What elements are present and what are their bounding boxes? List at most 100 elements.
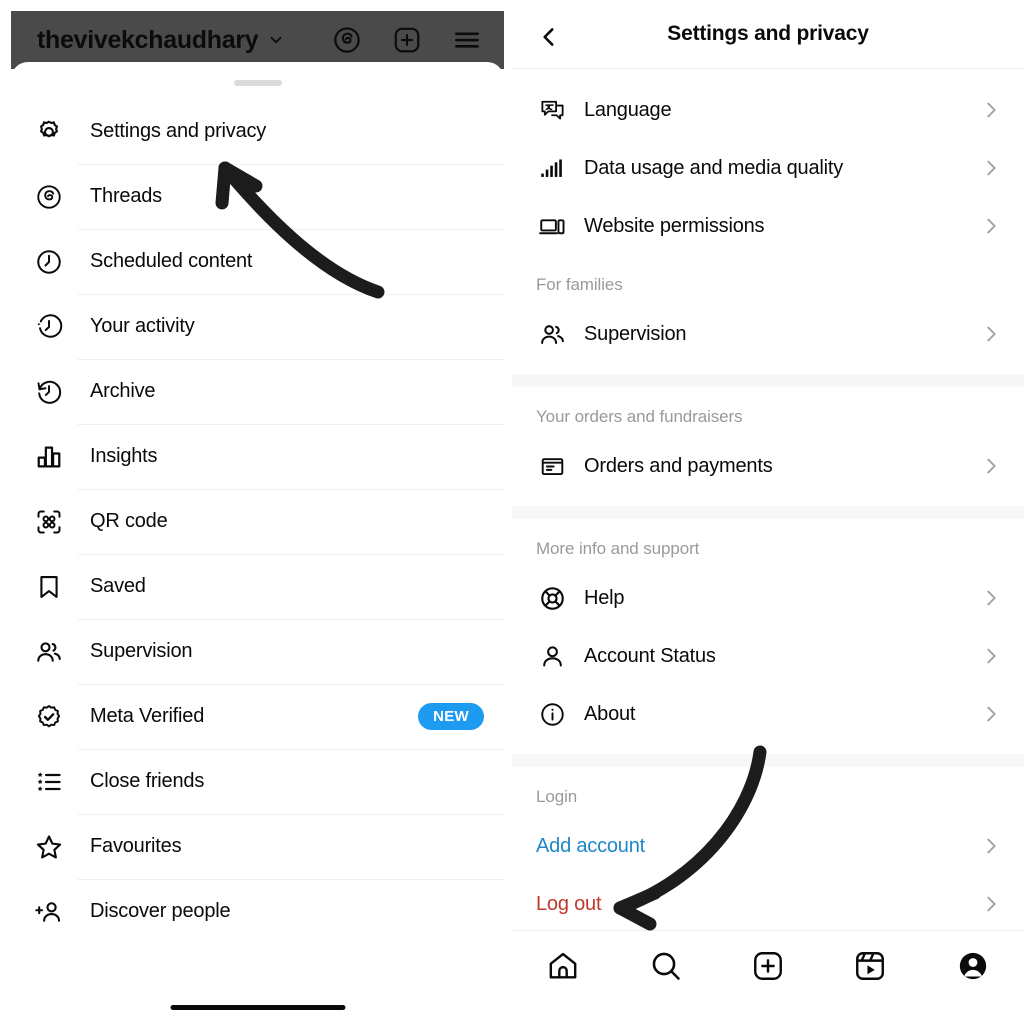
two-people-icon bbox=[536, 318, 568, 350]
menu-item-label: Threads bbox=[90, 185, 162, 207]
instagram-top-header: thevivekchaudhary bbox=[11, 11, 504, 69]
chevron-right-icon bbox=[980, 893, 1002, 915]
gear-icon bbox=[32, 115, 66, 149]
settings-row-help[interactable]: Help bbox=[512, 569, 1024, 627]
menu-item-supervision[interactable]: Supervision bbox=[11, 619, 504, 684]
chevron-right-icon bbox=[980, 455, 1002, 477]
menu-item-label: Your activity bbox=[90, 315, 195, 337]
settings-row-log-out[interactable]: Log out bbox=[512, 875, 1024, 933]
settings-row-data-usage-and-media-quality[interactable]: Data usage and media quality bbox=[512, 139, 1024, 197]
menu-item-close-friends[interactable]: Close friends bbox=[11, 749, 504, 814]
settings-row-label: Orders and payments bbox=[584, 454, 773, 477]
menu-item-label: Favourites bbox=[90, 835, 182, 857]
settings-row-orders-and-payments[interactable]: Orders and payments bbox=[512, 437, 1024, 495]
chevron-right-icon bbox=[980, 835, 1002, 857]
devices-icon bbox=[536, 210, 568, 242]
chevron-right-icon bbox=[980, 645, 1002, 667]
menu-item-settings-and-privacy[interactable]: Settings and privacy bbox=[11, 99, 504, 164]
bottom-sheet: Settings and privacy Threads Scheduled c… bbox=[11, 62, 504, 1024]
menu-item-label: QR code bbox=[90, 510, 168, 532]
sheet-drag-handle[interactable] bbox=[233, 80, 282, 86]
chevron-right-icon bbox=[980, 99, 1002, 121]
settings-row-account-status[interactable]: Account Status bbox=[512, 627, 1024, 685]
username-label[interactable]: thevivekchaudhary bbox=[37, 26, 259, 55]
settings-row-website-permissions[interactable]: Website permissions bbox=[512, 197, 1024, 255]
menu-item-threads[interactable]: Threads bbox=[11, 164, 504, 229]
header-icon-group bbox=[332, 25, 482, 55]
profile-menu-list: Settings and privacy Threads Scheduled c… bbox=[11, 99, 504, 944]
bookmark-icon bbox=[32, 570, 66, 604]
verified-badge-icon bbox=[32, 700, 66, 734]
menu-item-saved[interactable]: Saved bbox=[11, 554, 504, 619]
settings-row-about[interactable]: About bbox=[512, 685, 1024, 743]
chevron-right-icon bbox=[980, 323, 1002, 345]
menu-item-your-activity[interactable]: Your activity bbox=[11, 294, 504, 359]
settings-row-add-account[interactable]: Add account bbox=[512, 817, 1024, 875]
home-indicator-bar bbox=[170, 1005, 345, 1010]
chevron-down-icon[interactable] bbox=[267, 31, 285, 49]
signal-bars-icon bbox=[536, 152, 568, 184]
info-icon bbox=[536, 698, 568, 730]
activity-clock-icon bbox=[32, 310, 66, 344]
section-divider-band bbox=[512, 506, 1024, 519]
menu-item-scheduled-content[interactable]: Scheduled content bbox=[11, 229, 504, 294]
clock-icon bbox=[32, 245, 66, 279]
settings-header: Settings and privacy bbox=[512, 0, 1024, 69]
home-icon[interactable] bbox=[512, 949, 614, 983]
person-icon bbox=[536, 640, 568, 672]
two-people-icon bbox=[32, 635, 66, 669]
menu-item-label: Saved bbox=[90, 575, 146, 597]
menu-item-label: Close friends bbox=[90, 770, 205, 792]
add-account-label: Add account bbox=[536, 834, 645, 857]
archive-clock-icon bbox=[32, 375, 66, 409]
language-icon bbox=[536, 94, 568, 126]
star-icon bbox=[32, 830, 66, 864]
settings-row-label: About bbox=[584, 702, 636, 725]
left-panel-profile-menu: thevivekchaudhary Settings and privacy T… bbox=[0, 0, 512, 1024]
log-out-label: Log out bbox=[536, 892, 602, 915]
menu-item-qr-code[interactable]: QR code bbox=[11, 489, 504, 554]
back-chevron-icon[interactable] bbox=[532, 20, 566, 54]
menu-item-label: Settings and privacy bbox=[90, 120, 267, 142]
app-screenshot: thevivekchaudhary Settings and privacy T… bbox=[0, 0, 1024, 1024]
menu-item-favourites[interactable]: Favourites bbox=[11, 814, 504, 879]
settings-row-label: Help bbox=[584, 586, 625, 609]
chevron-right-icon bbox=[980, 215, 1002, 237]
menu-item-label: Discover people bbox=[90, 900, 231, 922]
add-person-icon bbox=[32, 895, 66, 929]
lifebuoy-icon bbox=[536, 582, 568, 614]
menu-item-label: Scheduled content bbox=[90, 250, 253, 272]
reels-icon[interactable] bbox=[819, 949, 921, 983]
menu-item-insights[interactable]: Insights bbox=[11, 424, 504, 489]
menu-item-label: Insights bbox=[90, 445, 158, 467]
bottom-navigation-bar bbox=[512, 930, 1024, 1024]
settings-body: Language Data usage and media quality We… bbox=[512, 69, 1024, 933]
menu-item-meta-verified[interactable]: Meta Verified NEW bbox=[11, 684, 504, 749]
section-title-for-families: For families bbox=[536, 275, 623, 294]
bar-chart-icon bbox=[32, 440, 66, 474]
qr-code-icon bbox=[32, 505, 66, 539]
threads-icon[interactable] bbox=[332, 25, 362, 55]
settings-row-label: Data usage and media quality bbox=[584, 156, 844, 179]
menu-item-label: Meta Verified bbox=[90, 705, 205, 727]
settings-row-label: Account Status bbox=[584, 644, 716, 667]
settings-row-label: Language bbox=[584, 98, 672, 121]
menu-item-archive[interactable]: Archive bbox=[11, 359, 504, 424]
section-divider-band bbox=[512, 374, 1024, 387]
settings-row-language[interactable]: Language bbox=[512, 81, 1024, 139]
chevron-right-icon bbox=[980, 703, 1002, 725]
settings-row-label: Website permissions bbox=[584, 214, 765, 237]
menu-item-discover-people[interactable]: Discover people bbox=[11, 879, 504, 944]
page-title: Settings and privacy bbox=[667, 22, 869, 45]
section-title-more-info-and-support: More info and support bbox=[536, 539, 700, 558]
hamburger-menu-icon[interactable] bbox=[452, 25, 482, 55]
threads-icon bbox=[32, 180, 66, 214]
settings-row-supervision[interactable]: Supervision bbox=[512, 305, 1024, 363]
search-icon[interactable] bbox=[614, 949, 716, 983]
new-post-icon[interactable] bbox=[392, 25, 422, 55]
section-title-your-orders-and-fundraisers: Your orders and fundraisers bbox=[536, 407, 743, 426]
star-list-icon bbox=[32, 765, 66, 799]
create-post-icon[interactable] bbox=[717, 949, 819, 983]
status-badge: NEW bbox=[418, 703, 484, 730]
profile-icon[interactable] bbox=[922, 949, 1024, 983]
